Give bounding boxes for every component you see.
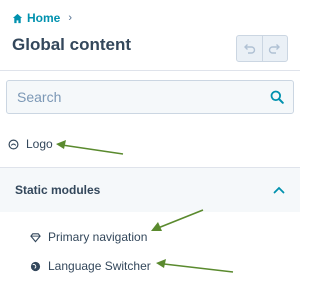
module-item-label: Logo (26, 137, 53, 151)
undo-redo-group (236, 35, 288, 62)
search-button[interactable] (261, 81, 293, 113)
module-item-primary-navigation[interactable]: Primary navigation (30, 230, 147, 244)
module-item-logo[interactable]: Logo (8, 137, 53, 151)
breadcrumb-separator: › (68, 12, 73, 24)
module-item-label: Primary navigation (48, 230, 148, 244)
redo-icon (269, 44, 281, 54)
chevron-up-icon[interactable] (273, 186, 285, 194)
static-modules-header[interactable]: Static modules (0, 168, 300, 212)
arrow-primary-navigation (151, 209, 204, 231)
module-item-language-switcher[interactable]: Language Switcher (30, 259, 151, 273)
search-input[interactable] (7, 81, 261, 113)
undo-icon (243, 44, 255, 54)
arrow-logo (56, 140, 124, 155)
undo-button[interactable] (237, 36, 262, 61)
logo-module-icon (8, 139, 19, 149)
page-title: Global content (12, 35, 131, 54)
breadcrumb-home-link[interactable]: Home (27, 11, 60, 25)
section-title: Static modules (15, 183, 101, 197)
header-divider (0, 70, 300, 71)
arrow-language-switcher (156, 259, 234, 273)
search-icon (270, 90, 284, 104)
breadcrumb: Home › (12, 11, 72, 25)
search-box (6, 80, 294, 114)
globe-icon (30, 261, 41, 271)
diamond-icon (30, 232, 41, 242)
module-item-label: Language Switcher (48, 259, 151, 273)
home-icon (12, 13, 23, 23)
redo-button[interactable] (261, 36, 288, 61)
